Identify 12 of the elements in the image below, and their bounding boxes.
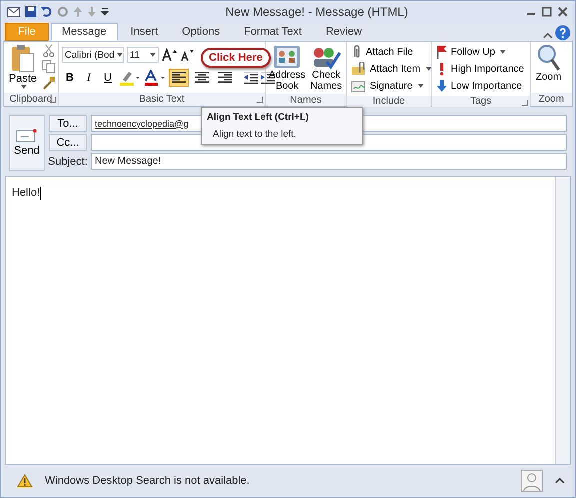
group-label: Tags (470, 96, 492, 107)
group-label: Include (372, 96, 406, 107)
status-message: Windows Desktop Search is not available. (45, 475, 250, 487)
tooltip-title: Align Text Left (Ctrl+L) (207, 112, 310, 123)
tooltip-text: Align text to the left. (212, 129, 298, 140)
group-label: Basic Text (139, 94, 185, 105)
window-title: New Message! - Message (HTML) (224, 5, 410, 19)
group-label: Zoom (538, 94, 564, 105)
subject-label: Subject: (49, 154, 87, 170)
group-label: Names (290, 94, 322, 106)
callout-bubble: Click Here (201, 48, 271, 68)
group-label: Clipboard (10, 94, 52, 105)
